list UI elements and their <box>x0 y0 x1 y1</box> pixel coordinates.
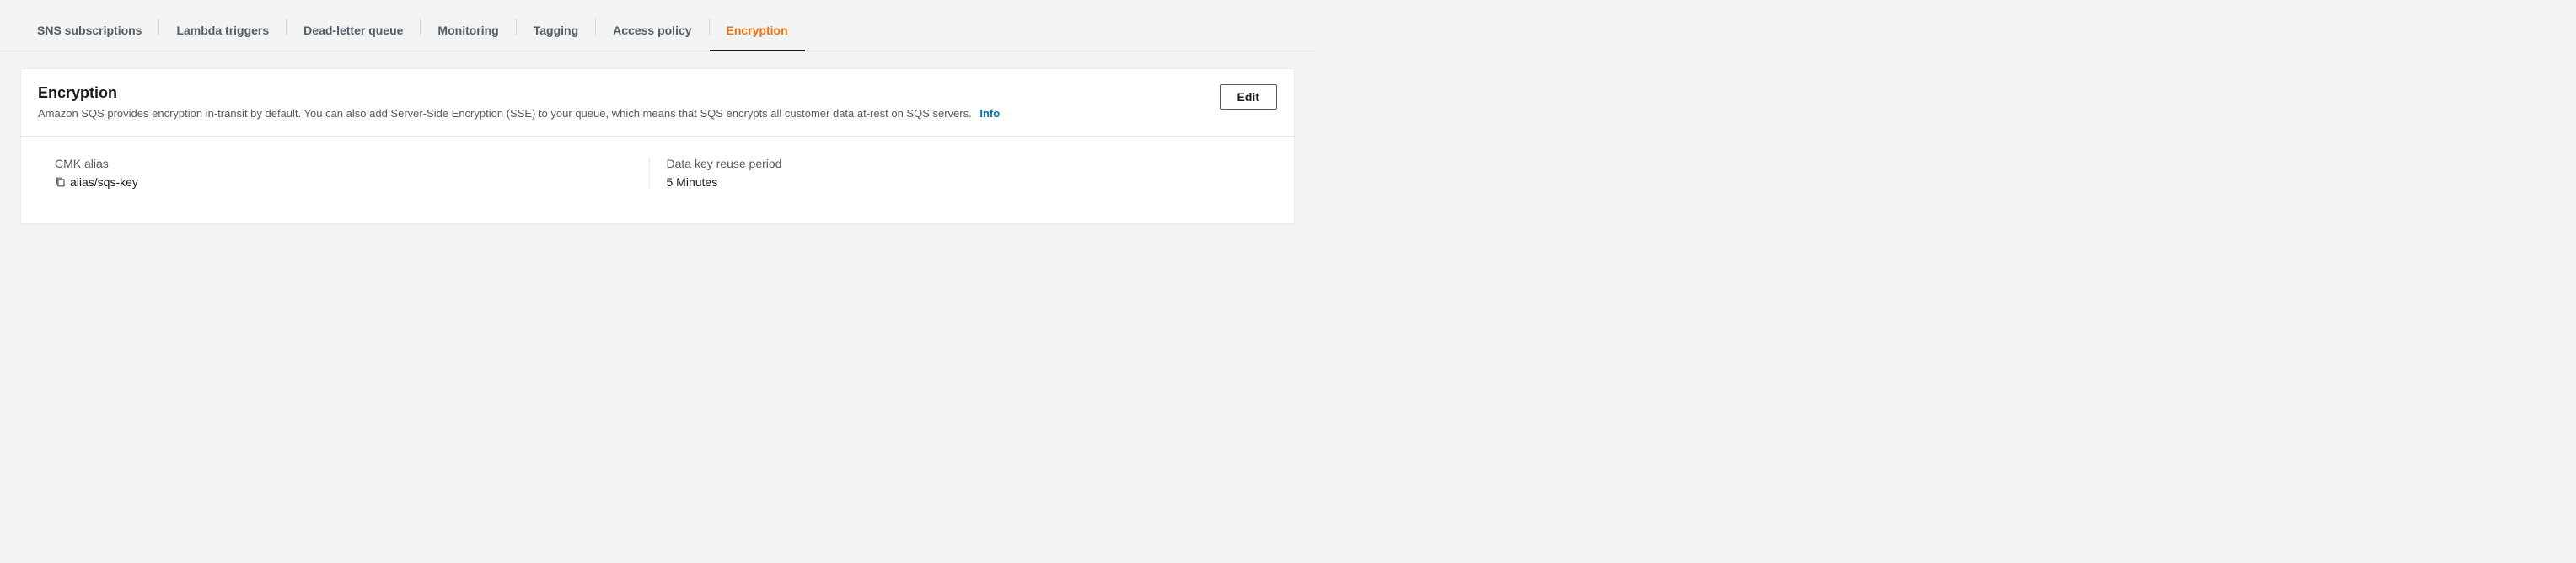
field-value-cmk: alias/sqs-key <box>55 175 649 189</box>
panel-title: Encryption <box>38 84 1203 102</box>
panel-header-text: Encryption Amazon SQS provides encryptio… <box>38 84 1203 122</box>
field-label-cmk: CMK alias <box>55 157 649 170</box>
panel-body: CMK alias alias/sqs-key Data key reuse p… <box>21 137 1294 223</box>
field-label-reuse: Data key reuse period <box>667 157 1261 170</box>
tab-tagging[interactable]: Tagging <box>517 17 595 51</box>
panel-description: Amazon SQS provides encryption in-transi… <box>38 105 1203 122</box>
field-value-reuse: 5 Minutes <box>667 175 1261 189</box>
tab-access-policy[interactable]: Access policy <box>596 17 708 51</box>
tab-sns-subscriptions[interactable]: SNS subscriptions <box>20 17 158 51</box>
edit-button[interactable]: Edit <box>1220 84 1277 110</box>
tabs-bar: SNS subscriptions Lambda triggers Dead-l… <box>0 0 1315 51</box>
tab-encryption[interactable]: Encryption <box>710 17 805 51</box>
tab-monitoring[interactable]: Monitoring <box>421 17 515 51</box>
reuse-period-value: 5 Minutes <box>667 175 718 189</box>
tab-lambda-triggers[interactable]: Lambda triggers <box>159 17 286 51</box>
panel-description-text: Amazon SQS provides encryption in-transi… <box>38 107 972 120</box>
encryption-panel: Encryption Amazon SQS provides encryptio… <box>20 68 1295 223</box>
cmk-alias-value: alias/sqs-key <box>70 175 138 189</box>
copy-icon[interactable] <box>55 176 67 188</box>
field-cmk-alias: CMK alias alias/sqs-key <box>55 157 649 189</box>
tab-dead-letter-queue[interactable]: Dead-letter queue <box>287 17 420 51</box>
tabs-list: SNS subscriptions Lambda triggers Dead-l… <box>20 17 805 51</box>
info-link[interactable]: Info <box>979 107 1000 120</box>
field-data-key-reuse: Data key reuse period 5 Minutes <box>649 157 1261 189</box>
panel-header: Encryption Amazon SQS provides encryptio… <box>21 69 1294 137</box>
